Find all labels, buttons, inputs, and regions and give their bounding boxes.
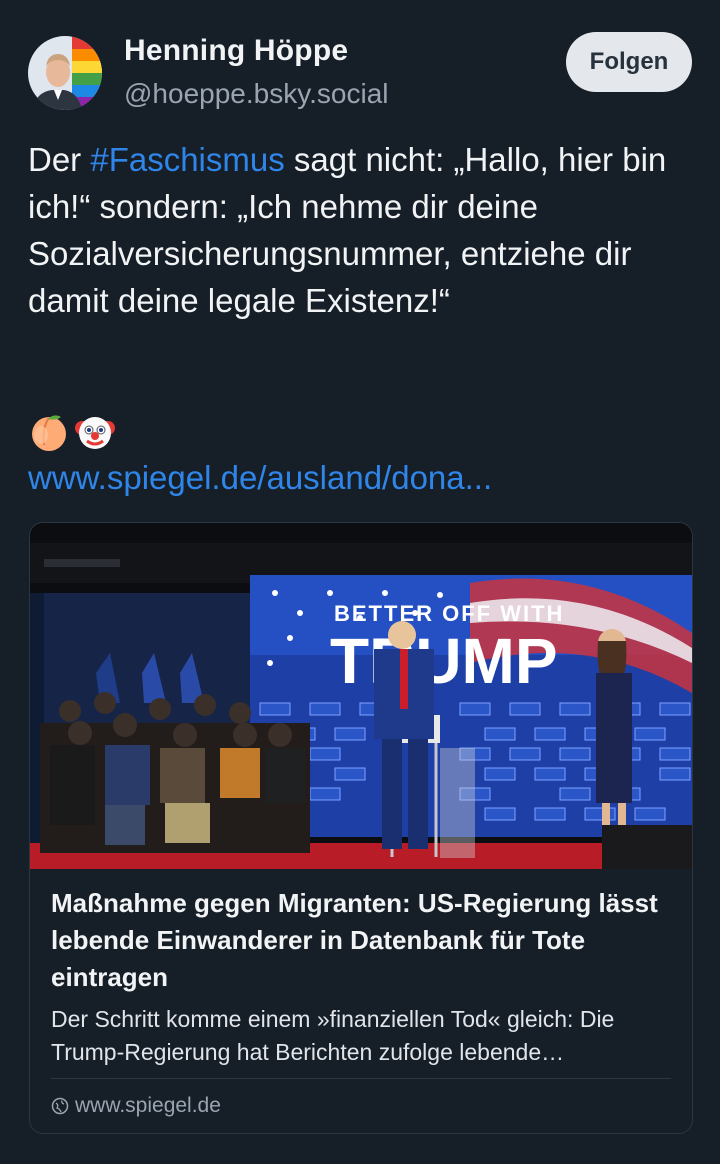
card-title[interactable]: Maßnahme gegen Migranten: US-Regierung l…	[51, 885, 671, 996]
link-card[interactable]: BETTER OFF WITH TRUMP Maßnahme gegen Mig…	[29, 522, 693, 1134]
post: Henning Höppe @hoeppe.bsky.social Folgen…	[0, 0, 720, 1164]
display-name[interactable]: Henning Höppe	[124, 34, 348, 68]
card-divider	[51, 1078, 671, 1079]
follow-button[interactable]: Folgen	[566, 32, 692, 92]
post-text-start: Der	[28, 141, 91, 178]
hashtag-link[interactable]: #Faschismus	[90, 141, 284, 178]
avatar[interactable]	[28, 36, 102, 110]
globe-icon	[51, 1097, 69, 1115]
card-domain-text: www.spiegel.de	[75, 1094, 221, 1117]
card-image: BETTER OFF WITH TRUMP	[30, 523, 692, 869]
card-description: Der Schritt komme einem »finanziellen To…	[51, 1006, 615, 1065]
peach-emoji	[32, 415, 66, 451]
image-banner-line1: BETTER OFF WITH	[334, 601, 564, 626]
emoji-row	[28, 410, 116, 454]
card-domain: www.spiegel.de	[51, 1091, 221, 1121]
clown-face-emoji	[75, 417, 115, 449]
handle[interactable]: @hoeppe.bsky.social	[124, 78, 389, 110]
post-link[interactable]: www.spiegel.de/ausland/dona...	[28, 454, 492, 501]
image-banner-line2: TRUMP	[330, 625, 558, 697]
post-text: Der #Faschismus sagt nicht: „Hallo, hier…	[28, 136, 698, 324]
